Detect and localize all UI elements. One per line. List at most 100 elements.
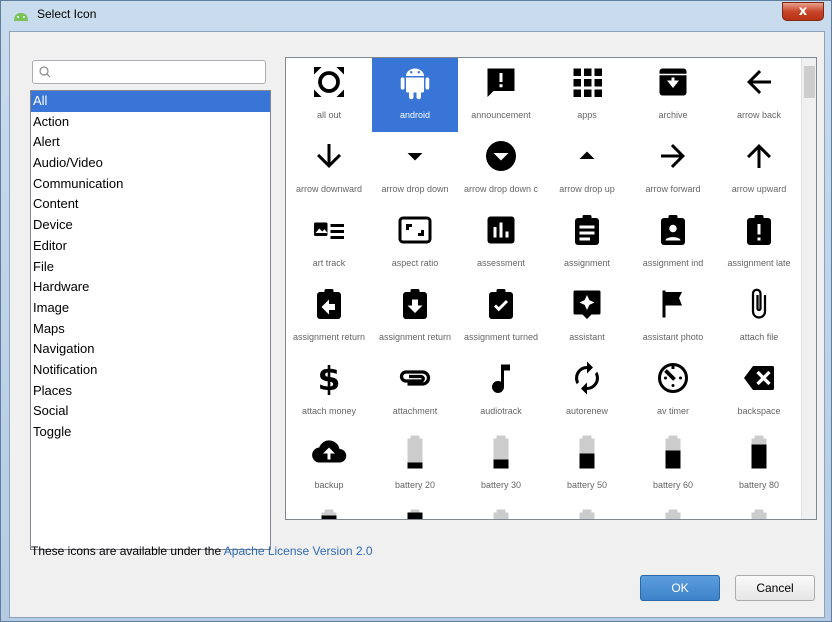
category-item[interactable]: Alert bbox=[31, 132, 270, 153]
icon-tile[interactable]: $ attach money bbox=[286, 354, 372, 428]
icon-tile[interactable]: battery 20 bbox=[372, 428, 458, 502]
icon-tile[interactable] bbox=[286, 502, 372, 519]
category-item[interactable]: Image bbox=[31, 298, 270, 319]
license-text: These icons are available under the bbox=[31, 544, 224, 558]
icon-tile[interactable]: autorenew bbox=[544, 354, 630, 428]
icon-tile[interactable]: arrow drop up bbox=[544, 132, 630, 206]
icon-tile[interactable]: archive bbox=[630, 58, 716, 132]
icon-tile[interactable]: battery 50 bbox=[544, 428, 630, 502]
icon-label: assignment return bbox=[292, 332, 366, 342]
icon-label: arrow drop down bbox=[381, 184, 449, 194]
icon-tile[interactable]: announcement bbox=[458, 58, 544, 132]
icon-label: attach money bbox=[301, 406, 357, 416]
icon-tile[interactable]: arrow drop down c bbox=[458, 132, 544, 206]
cancel-button[interactable]: Cancel bbox=[735, 575, 815, 601]
icon-tile[interactable] bbox=[544, 502, 630, 519]
icon-tile[interactable]: assistant bbox=[544, 280, 630, 354]
vertical-scrollbar[interactable] bbox=[801, 58, 816, 519]
license-link[interactable]: Apache License Version 2.0 bbox=[224, 544, 373, 558]
icon-label: arrow downward bbox=[295, 184, 363, 194]
category-item[interactable]: Navigation bbox=[31, 339, 270, 360]
svg-text:$: $ bbox=[318, 360, 341, 396]
icon-label: assistant bbox=[569, 332, 605, 342]
category-item[interactable]: Audio/Video bbox=[31, 153, 270, 174]
category-item[interactable]: Content bbox=[31, 194, 270, 215]
ok-button[interactable]: OK bbox=[640, 575, 720, 601]
icon-label: battery 20 bbox=[394, 480, 436, 490]
icon-tile[interactable]: arrow drop down bbox=[372, 132, 458, 206]
icon-label: attach file bbox=[739, 332, 779, 342]
category-item[interactable]: Action bbox=[31, 112, 270, 133]
icon-label: arrow upward bbox=[731, 184, 787, 194]
icon-label: arrow drop up bbox=[559, 184, 615, 194]
icon-tile[interactable]: attachment bbox=[372, 354, 458, 428]
icon-label: autorenew bbox=[565, 406, 609, 416]
icon-tile[interactable]: assignment return bbox=[286, 280, 372, 354]
category-item[interactable]: Places bbox=[31, 381, 270, 402]
icon-tile[interactable]: art track bbox=[286, 206, 372, 280]
icon-tile[interactable]: aspect ratio bbox=[372, 206, 458, 280]
icon-tile[interactable]: assignment late bbox=[716, 206, 802, 280]
icon-label: announcement bbox=[471, 110, 531, 120]
icon-label: android bbox=[399, 110, 431, 120]
category-item[interactable]: Notification bbox=[31, 360, 270, 381]
icon-tile[interactable]: battery 30 bbox=[458, 428, 544, 502]
icon-label: arrow forward bbox=[645, 184, 701, 194]
icon-tile[interactable]: backspace bbox=[716, 354, 802, 428]
icon-label: attachment bbox=[392, 406, 438, 416]
category-item[interactable]: Communication bbox=[31, 174, 270, 195]
icon-label: assignment bbox=[563, 258, 611, 268]
icon-tile[interactable]: assignment bbox=[544, 206, 630, 280]
category-item[interactable]: Editor bbox=[31, 236, 270, 257]
icon-tile[interactable] bbox=[630, 502, 716, 519]
category-item[interactable]: Toggle bbox=[31, 422, 270, 443]
icon-label: av timer bbox=[656, 406, 689, 416]
icon-label: assignment ind bbox=[642, 258, 704, 268]
category-item[interactable]: Device bbox=[31, 215, 270, 236]
icon-label: audiotrack bbox=[480, 406, 522, 416]
title-bar[interactable]: Select Icon x bbox=[1, 1, 831, 29]
icon-tile[interactable]: arrow upward bbox=[716, 132, 802, 206]
icon-tile[interactable]: android bbox=[372, 58, 458, 132]
category-item[interactable]: All bbox=[31, 91, 270, 112]
icon-tile[interactable]: apps bbox=[544, 58, 630, 132]
icon-tile[interactable]: battery 80 bbox=[716, 428, 802, 502]
icon-grid[interactable]: all out android announcement apps archive arr… bbox=[285, 57, 817, 520]
icon-tile[interactable] bbox=[372, 502, 458, 519]
android-studio-icon bbox=[14, 13, 28, 21]
icon-label: assignment turned bbox=[463, 332, 539, 342]
icon-tile[interactable]: assistant photo bbox=[630, 280, 716, 354]
icon-tile[interactable]: arrow back bbox=[716, 58, 802, 132]
icon-label: apps bbox=[577, 110, 597, 120]
icon-tile[interactable]: backup bbox=[286, 428, 372, 502]
category-item[interactable]: Maps bbox=[31, 319, 270, 340]
icon-label: art track bbox=[312, 258, 346, 268]
icon-tile[interactable]: battery 60 bbox=[630, 428, 716, 502]
search-input[interactable] bbox=[32, 60, 266, 84]
window-title: Select Icon bbox=[37, 7, 97, 21]
dialog-body: All Action Alert Audio/Video Communication Co… bbox=[9, 31, 825, 618]
close-button[interactable]: x bbox=[782, 2, 824, 21]
icon-tile[interactable]: all out bbox=[286, 58, 372, 132]
icon-tile[interactable]: arrow forward bbox=[630, 132, 716, 206]
icon-tile[interactable]: arrow downward bbox=[286, 132, 372, 206]
close-icon: x bbox=[798, 4, 808, 19]
category-item[interactable]: Social bbox=[31, 401, 270, 422]
category-item[interactable]: Hardware bbox=[31, 277, 270, 298]
icon-tile[interactable]: av timer bbox=[630, 354, 716, 428]
license-note: These icons are available under the Apac… bbox=[31, 544, 373, 558]
scrollbar-thumb[interactable] bbox=[804, 66, 815, 98]
icon-tile[interactable]: assignment ind bbox=[630, 206, 716, 280]
category-item[interactable]: File bbox=[31, 257, 270, 278]
category-list[interactable]: All Action Alert Audio/Video Communication Co… bbox=[30, 90, 271, 550]
icon-tile[interactable] bbox=[458, 502, 544, 519]
icon-tile[interactable]: attach file bbox=[716, 280, 802, 354]
icon-tile[interactable]: assessment bbox=[458, 206, 544, 280]
icon-tile[interactable] bbox=[716, 502, 802, 519]
select-icon-dialog: Select Icon x All Action Alert Audio/Video C… bbox=[0, 0, 832, 622]
icon-label: battery 30 bbox=[480, 480, 522, 490]
search-icon bbox=[39, 66, 51, 78]
icon-tile[interactable]: assignment turned bbox=[458, 280, 544, 354]
icon-tile[interactable]: assignment return bbox=[372, 280, 458, 354]
icon-tile[interactable]: audiotrack bbox=[458, 354, 544, 428]
